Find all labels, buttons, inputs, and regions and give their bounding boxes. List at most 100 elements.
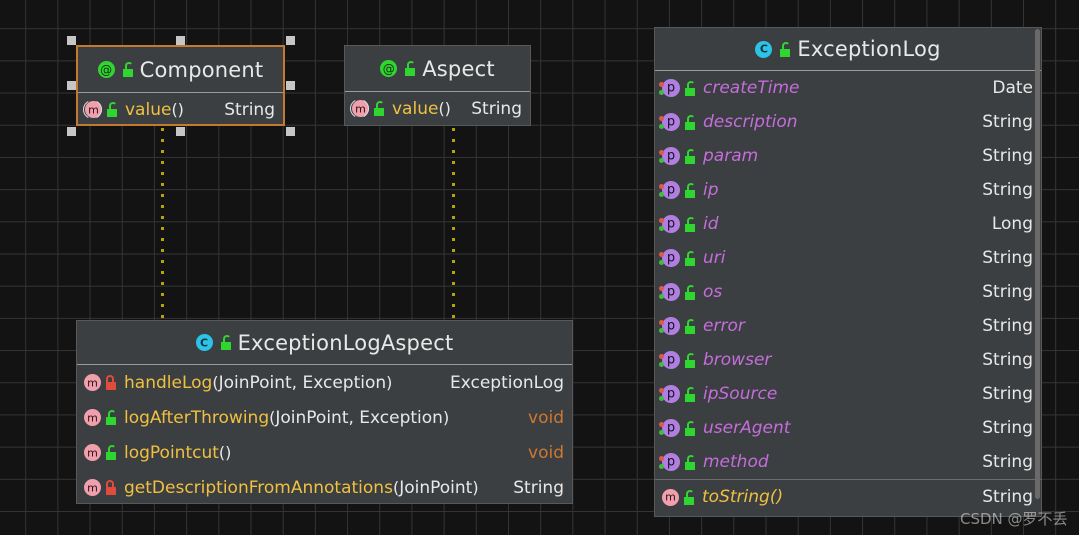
method-icon <box>84 374 101 391</box>
selection-handle-e[interactable] <box>286 81 295 90</box>
selection-handle-ne[interactable] <box>286 36 295 45</box>
member-row[interactable]: value() String <box>345 92 530 125</box>
member-return-type: void <box>528 407 564 428</box>
member-row[interactable]: method String <box>655 445 1041 479</box>
member-name: value <box>392 98 439 119</box>
member-row[interactable]: logPointcut() void <box>77 435 572 470</box>
class-icon <box>195 334 213 351</box>
lock-open-icon <box>683 420 696 436</box>
property-icon <box>659 317 680 335</box>
class-members-component: value() String <box>78 93 283 124</box>
member-row[interactable]: ip String <box>655 173 1041 207</box>
member-return-type: String <box>982 180 1033 200</box>
connector-component-to-aspectclass[interactable] <box>161 128 164 320</box>
member-row[interactable]: userAgent String <box>655 411 1041 445</box>
class-members-exception-log: createTime Date description String param… <box>655 71 1041 514</box>
lock-open-icon <box>121 62 134 77</box>
property-icon <box>659 351 680 369</box>
member-signature: uri <box>703 248 972 268</box>
member-icons <box>84 444 117 461</box>
lock-open-icon <box>682 489 695 505</box>
method-icon <box>84 409 101 426</box>
member-icons <box>659 79 696 97</box>
lock-open-icon <box>683 216 696 232</box>
member-row[interactable]: toString() String <box>655 480 1041 514</box>
annotation-icon <box>97 61 115 78</box>
lock-open-icon <box>683 182 696 198</box>
member-icons <box>84 374 117 391</box>
member-signature: param <box>703 146 972 166</box>
member-row[interactable]: uri String <box>655 241 1041 275</box>
class-box-exception-log[interactable]: ExceptionLog createTime Date description… <box>654 27 1042 517</box>
member-name: userAgent <box>703 418 791 438</box>
member-return-type: Long <box>991 214 1033 234</box>
member-args: JoinPoint, Exception <box>218 372 387 393</box>
member-name: description <box>703 112 798 132</box>
selection-handle-n[interactable] <box>176 36 185 45</box>
member-args: JoinPoint, Exception <box>275 407 443 428</box>
selection-handle-w[interactable] <box>67 81 76 90</box>
property-icon <box>659 113 680 131</box>
member-signature: id <box>703 214 982 234</box>
member-icons <box>659 113 696 131</box>
member-name: logPointcut <box>124 442 219 463</box>
member-args: JoinPoint <box>399 477 473 498</box>
vertical-scrollbar[interactable] <box>1035 29 1040 515</box>
member-signature: method <box>703 452 972 472</box>
class-box-component[interactable]: Component value() String <box>76 45 285 126</box>
member-icons <box>659 215 696 233</box>
member-signature: ip <box>703 180 972 200</box>
member-return-type: String <box>513 477 564 498</box>
member-row[interactable]: value() String <box>78 93 283 124</box>
class-header-aspect: Aspect <box>345 46 530 91</box>
member-parens: () <box>769 487 784 507</box>
class-members-aspect: value() String <box>345 92 530 125</box>
member-row[interactable]: error String <box>655 309 1041 343</box>
member-name: error <box>703 316 745 336</box>
class-members-exception-log-aspect: handleLog(JoinPoint, Exception) Exceptio… <box>77 365 572 503</box>
member-signature: logAfterThrowing(JoinPoint, Exception) <box>124 407 450 428</box>
member-signature: toString() <box>702 487 972 507</box>
member-row[interactable]: ipSource String <box>655 377 1041 411</box>
member-row[interactable]: id Long <box>655 207 1041 241</box>
member-row[interactable]: browser String <box>655 343 1041 377</box>
class-box-aspect[interactable]: Aspect value() String <box>344 45 531 126</box>
member-row[interactable]: description String <box>655 105 1041 139</box>
property-icon <box>659 453 680 471</box>
selection-handle-nw[interactable] <box>67 36 76 45</box>
property-icon <box>659 215 680 233</box>
connector-aspect-to-aspectclass[interactable] <box>452 128 455 320</box>
lock-open-icon <box>683 352 696 368</box>
lock-open-icon <box>105 102 118 117</box>
member-row[interactable]: createTime Date <box>655 71 1041 105</box>
method-icon <box>85 101 102 118</box>
member-row[interactable]: handleLog(JoinPoint, Exception) Exceptio… <box>77 365 572 400</box>
selection-handle-s[interactable] <box>176 127 185 136</box>
member-return-type: String <box>982 384 1033 404</box>
member-name: param <box>703 146 759 166</box>
lock-open-icon <box>683 386 696 402</box>
method-icon <box>352 100 369 117</box>
member-return-type: String <box>982 146 1033 166</box>
member-name: handleLog <box>124 372 213 393</box>
diagram-canvas[interactable]: Component value() String <box>0 0 1079 535</box>
lock-open-icon <box>683 250 696 266</box>
selection-handle-sw[interactable] <box>67 127 76 136</box>
member-icons <box>352 100 385 117</box>
member-icons <box>659 181 696 199</box>
property-icon <box>659 419 680 437</box>
selection-handle-se[interactable] <box>286 127 295 136</box>
member-return-type: ExceptionLog <box>449 372 564 393</box>
class-box-exception-log-aspect[interactable]: ExceptionLogAspect handleLog(JoinPoint, … <box>76 320 573 504</box>
member-signature: logPointcut() <box>124 443 518 463</box>
lock-open-icon <box>778 41 791 57</box>
member-row[interactable]: os String <box>655 275 1041 309</box>
member-row[interactable]: param String <box>655 139 1041 173</box>
class-title: ExceptionLog <box>797 37 941 61</box>
property-icon <box>659 249 680 267</box>
lock-open-icon <box>104 410 117 425</box>
member-row[interactable]: logAfterThrowing(JoinPoint, Exception) v… <box>77 400 572 435</box>
member-signature: userAgent <box>703 418 972 438</box>
member-name: os <box>703 282 723 302</box>
member-row[interactable]: getDescriptionFromAnnotations(JoinPoint)… <box>77 470 572 503</box>
